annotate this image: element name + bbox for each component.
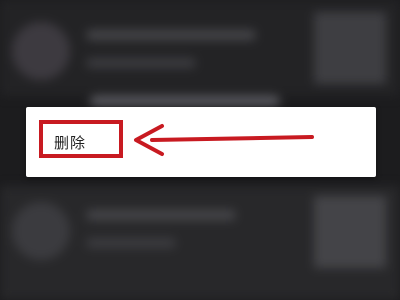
highlight-box: [39, 120, 123, 158]
conversation-title: [86, 30, 256, 40]
conversation-row: [0, 0, 400, 96]
conversation-preview: [86, 58, 196, 68]
conversation-preview: [86, 238, 176, 248]
blurred-text: [90, 96, 280, 106]
arrow-left-icon: [134, 124, 314, 156]
conversation-title: [86, 210, 236, 220]
thumbnail: [314, 12, 386, 84]
screen: 删除: [0, 0, 400, 300]
thumbnail: [314, 196, 386, 268]
conversation-row: [0, 186, 400, 300]
avatar: [12, 22, 70, 80]
avatar: [12, 202, 70, 260]
